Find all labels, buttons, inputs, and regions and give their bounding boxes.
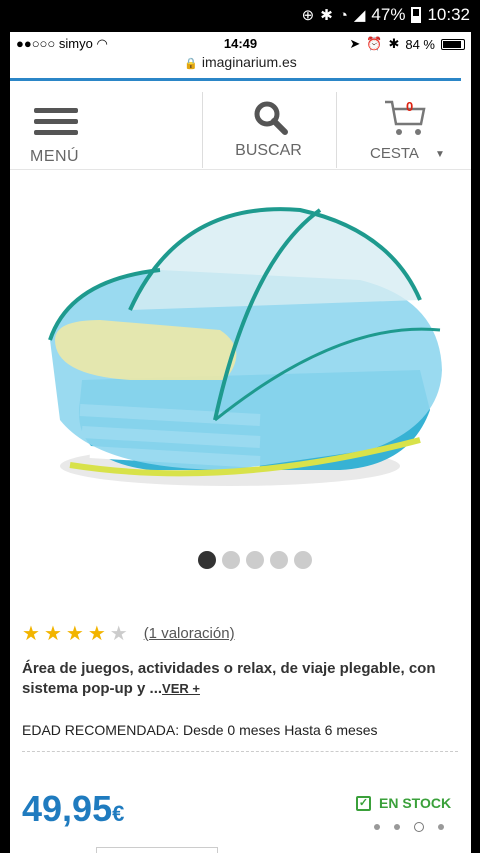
ios-status-bar: ●●○○○ simyo ◠ 14:49 ➤ ⏰ ✱ 84 %	[10, 32, 471, 54]
see-more-link[interactable]: VER +	[162, 681, 200, 696]
gallery-dot[interactable]	[198, 551, 216, 569]
price: 49,95€	[22, 788, 124, 830]
data-saver-icon: ⊕	[301, 7, 315, 24]
gallery-dot[interactable]	[246, 551, 264, 569]
browser-screen: ●●○○○ simyo ◠ 14:49 ➤ ⏰ ✱ 84 % 🔒 imaginar…	[10, 32, 471, 853]
chevron-down-icon: ▼	[435, 149, 445, 160]
search-label: BUSCAR	[235, 142, 302, 159]
cart-label: CESTA	[370, 145, 419, 162]
page-indicator	[374, 822, 444, 832]
reviews-link[interactable]: (1 valoración)	[144, 625, 235, 642]
cart-count: 0	[406, 99, 414, 114]
battery-percent: 84 %	[405, 36, 435, 52]
gallery-dots	[198, 551, 312, 569]
site-header: MENÚ BUSCAR 0 CESTA ▼	[10, 92, 471, 170]
gallery-dot[interactable]	[222, 551, 240, 569]
android-status-bar: ⊕ ✱ ◔ ◢ 47% 10:32	[0, 0, 480, 32]
battery-percent: 47%	[371, 5, 406, 24]
age-label: EDAD RECOMENDADA:	[22, 722, 180, 738]
cart-icon	[385, 100, 426, 135]
url-text: imaginarium.es	[201, 54, 297, 70]
lock-icon: 🔒	[184, 58, 198, 70]
clock: 10:32	[427, 5, 470, 24]
star-icon: ★	[65, 623, 84, 645]
product-image[interactable]	[10, 170, 471, 540]
page-dot	[438, 824, 444, 830]
menu-label: MENÚ	[30, 148, 80, 165]
url-bar[interactable]: 🔒 imaginarium.es	[10, 54, 471, 76]
search-icon	[254, 101, 288, 135]
search-button[interactable]: BUSCAR	[202, 92, 334, 168]
description-text: Área de juegos, actividades o relax, de …	[22, 660, 436, 697]
gallery-dot[interactable]	[294, 551, 312, 569]
alarm-icon: ⏰	[366, 36, 383, 51]
rating-row: ★ ★ ★ ★ ★ (1 valoración)	[22, 621, 235, 646]
location-icon: ➤	[349, 36, 361, 51]
rating-stars: ★ ★ ★ ★ ★	[22, 621, 132, 646]
price-currency: €	[112, 801, 125, 826]
star-icon: ★	[43, 623, 62, 645]
stock-status: ✓ EN STOCK	[356, 795, 451, 811]
hamburger-icon	[34, 108, 78, 135]
bluetooth-icon: ✱	[320, 7, 333, 24]
product-description: Área de juegos, actividades o relax, de …	[22, 659, 462, 699]
wifi-icon: ◔	[338, 6, 348, 24]
page-dot-current	[414, 822, 424, 832]
quantity-box[interactable]	[96, 847, 218, 853]
signal-icon: ◢	[353, 7, 366, 24]
stock-text: EN STOCK	[379, 795, 452, 811]
age-recommendation: EDAD RECOMENDADA: Desde 0 meses Hasta 6 …	[22, 722, 458, 752]
check-icon: ✓	[356, 795, 371, 811]
star-icon: ★	[109, 623, 128, 645]
battery-icon	[411, 7, 422, 23]
cart-button[interactable]: 0 CESTA ▼	[336, 92, 471, 168]
star-icon: ★	[22, 623, 40, 645]
menu-button[interactable]: MENÚ	[10, 92, 200, 168]
page-dot	[374, 824, 380, 830]
star-icon: ★	[87, 623, 106, 645]
gallery-dot[interactable]	[270, 551, 288, 569]
page-dot	[394, 824, 400, 830]
price-value: 49,95	[22, 788, 113, 829]
bluetooth-icon: ✱	[388, 36, 400, 51]
page-load-progress	[10, 78, 461, 81]
battery-icon	[441, 38, 465, 50]
age-value: Desde 0 meses Hasta 6 meses	[183, 722, 378, 738]
